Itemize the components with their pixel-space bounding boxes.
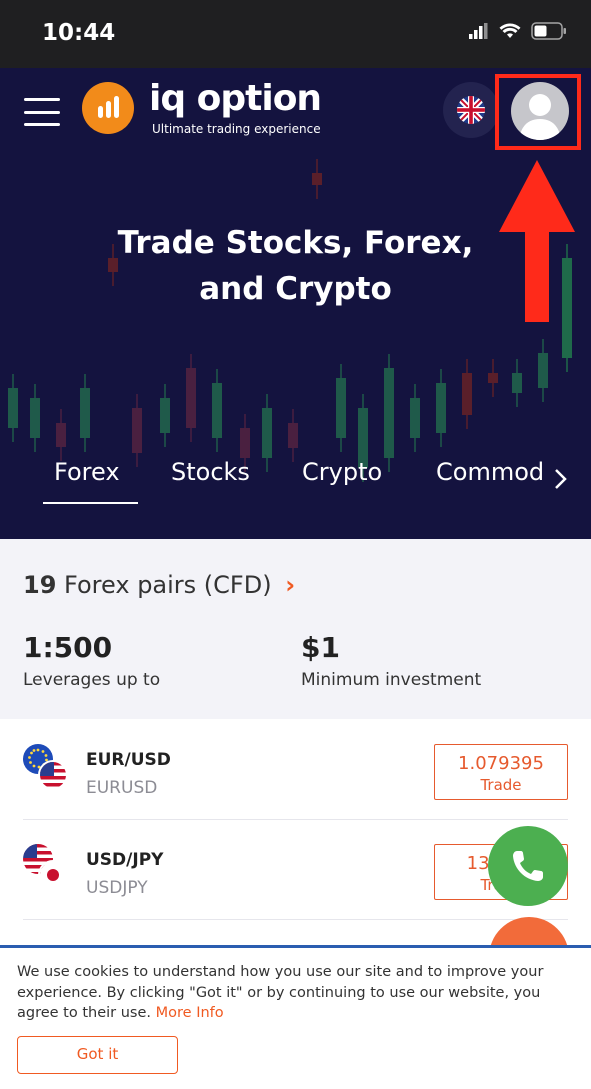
status-bar: 10:44 bbox=[0, 0, 591, 68]
cookie-text: We use cookies to understand how you use… bbox=[17, 964, 544, 1021]
candle-body bbox=[538, 353, 548, 388]
pair-name: EUR/USD bbox=[86, 750, 171, 770]
highlight-annotation-box bbox=[495, 74, 581, 150]
candle-body bbox=[240, 428, 250, 458]
language-button[interactable] bbox=[443, 82, 499, 138]
forex-summary: 19 Forex pairs (CFD) › 1:500 Leverages u… bbox=[0, 539, 591, 719]
call-button[interactable] bbox=[488, 826, 568, 906]
hero-section: iq option Ultimate trading experience Tr… bbox=[0, 68, 591, 539]
candle-body bbox=[132, 408, 142, 453]
hero-title-line1: Trade Stocks, Forex, bbox=[117, 225, 474, 261]
candle-body bbox=[436, 383, 446, 433]
trade-price: 1.079395 bbox=[458, 753, 544, 774]
min-investment-value: $1 bbox=[301, 631, 340, 664]
candle-body bbox=[80, 388, 90, 438]
logo-icon[interactable] bbox=[82, 82, 134, 134]
candle-body bbox=[56, 423, 66, 447]
brand-name[interactable]: iq option bbox=[149, 78, 322, 119]
candle-body bbox=[312, 173, 322, 185]
menu-button[interactable] bbox=[24, 98, 60, 126]
candle-body bbox=[512, 373, 522, 393]
forex-pairs-link[interactable]: 19 Forex pairs (CFD) › bbox=[23, 571, 295, 599]
menu-icon-bar bbox=[24, 123, 60, 126]
phone-icon bbox=[513, 851, 543, 881]
candle-body bbox=[288, 423, 298, 448]
candle-body bbox=[336, 378, 346, 438]
candle-body bbox=[186, 368, 196, 428]
list-item[interactable]: USD/JPY USDJPY 133.3.7 Trade bbox=[23, 820, 568, 920]
candle-body bbox=[160, 398, 170, 433]
tab-commodities[interactable]: Commod bbox=[436, 458, 544, 486]
hero-title-line2: and Crypto bbox=[199, 271, 392, 307]
cookie-banner: We use cookies to understand how you use… bbox=[0, 945, 591, 1089]
japan-flag-icon bbox=[38, 860, 68, 890]
pair-name: USD/JPY bbox=[86, 850, 164, 870]
candle-body bbox=[8, 388, 18, 428]
status-time: 10:44 bbox=[42, 20, 116, 46]
pairs-count: 19 bbox=[23, 571, 57, 599]
trade-label: Trade bbox=[480, 776, 522, 794]
menu-icon-bar bbox=[24, 98, 60, 101]
tab-stocks[interactable]: Stocks bbox=[171, 458, 250, 486]
list-item[interactable]: EUR/USD EURUSD 1.079395 Trade bbox=[23, 720, 568, 820]
candle-body bbox=[262, 408, 272, 458]
leverage-label: Leverages up to bbox=[23, 670, 161, 690]
cellular-signal-icon bbox=[469, 23, 488, 39]
status-icons bbox=[469, 22, 567, 40]
more-info-link[interactable]: More Info bbox=[156, 1005, 224, 1021]
uk-flag-icon bbox=[457, 96, 485, 124]
us-flag-icon bbox=[38, 760, 68, 790]
candle-body bbox=[384, 368, 394, 458]
asset-tabs: Forex Stocks Crypto Commod bbox=[0, 458, 591, 508]
candle-body bbox=[488, 373, 498, 383]
chevron-right-icon[interactable] bbox=[553, 468, 569, 490]
candle-body bbox=[212, 383, 222, 438]
brand-tagline: Ultimate trading experience bbox=[152, 122, 321, 136]
cookie-message: We use cookies to understand how you use… bbox=[17, 962, 577, 1024]
trade-button[interactable]: 1.079395 Trade bbox=[434, 744, 568, 800]
candle-body bbox=[410, 398, 420, 438]
active-tab-indicator bbox=[43, 502, 138, 504]
pair-code: USDJPY bbox=[86, 878, 148, 898]
tab-crypto[interactable]: Crypto bbox=[302, 458, 382, 486]
pair-code: EURUSD bbox=[86, 778, 158, 798]
candle-body bbox=[30, 398, 40, 438]
chevron-right-icon: › bbox=[285, 571, 296, 599]
battery-icon bbox=[531, 22, 566, 40]
min-investment-label: Minimum investment bbox=[301, 670, 482, 690]
got-it-button[interactable]: Got it bbox=[17, 1036, 178, 1074]
tab-forex[interactable]: Forex bbox=[54, 458, 120, 486]
menu-icon-bar bbox=[24, 110, 60, 114]
wifi-icon bbox=[499, 23, 521, 38]
leverage-value: 1:500 bbox=[23, 631, 113, 664]
candle-body bbox=[462, 373, 472, 415]
pairs-label: Forex pairs (CFD) bbox=[64, 571, 272, 599]
